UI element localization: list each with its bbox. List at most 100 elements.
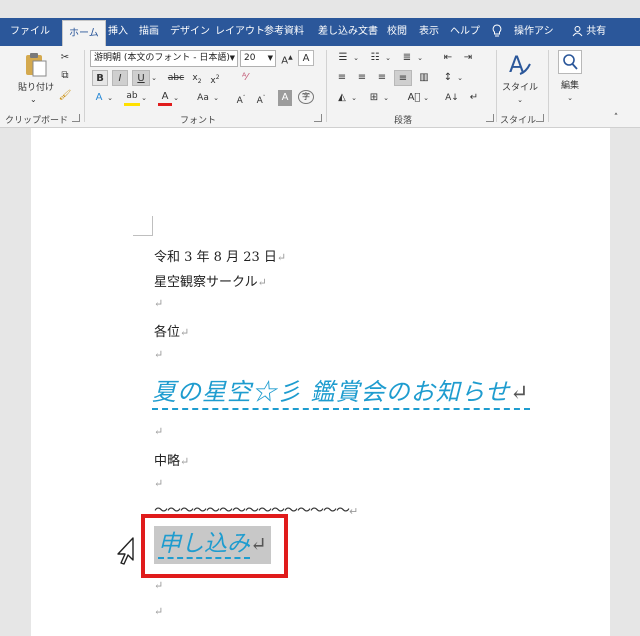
empty-line[interactable]: ↵ bbox=[154, 604, 163, 619]
paragraph-group-label: 段落 bbox=[394, 116, 413, 126]
clear-formatting-icon[interactable]: A bbox=[298, 50, 314, 66]
paste-icon[interactable] bbox=[22, 52, 48, 78]
enclose-characters-icon[interactable]: 字 bbox=[298, 90, 314, 104]
clipboard-group-label: クリップボード bbox=[5, 116, 69, 126]
styles-gallery-icon[interactable]: A bbox=[506, 50, 534, 78]
justify-icon[interactable]: ≡ bbox=[394, 70, 412, 86]
underline-icon[interactable]: U bbox=[132, 70, 150, 86]
person-icon bbox=[572, 26, 583, 37]
font-name-value: 游明朝 (本文のフォント - 日本語) bbox=[94, 53, 230, 63]
paste-dropdown-chevron-icon[interactable]: ⌄ bbox=[30, 92, 37, 108]
subscript-icon[interactable]: x2 bbox=[190, 70, 204, 86]
font-color-icon[interactable]: A bbox=[158, 90, 172, 106]
show-hide-paragraph-marks-icon[interactable]: ↵ bbox=[466, 90, 482, 106]
recipients-line[interactable]: 各位↵ bbox=[154, 321, 189, 340]
multilevel-chevron-icon[interactable]: ⌄ bbox=[416, 50, 424, 66]
change-case-icon[interactable]: Aa bbox=[194, 90, 212, 106]
tab-help[interactable]: ヘルプ bbox=[450, 18, 480, 46]
highlight-icon[interactable]: ab bbox=[124, 90, 140, 106]
styles-group-label: スタイル bbox=[500, 116, 537, 126]
highlight-chevron-icon[interactable]: ⌄ bbox=[140, 90, 148, 106]
tab-references[interactable]: 参考資料 bbox=[264, 18, 304, 46]
tab-layout[interactable]: レイアウト bbox=[215, 18, 265, 46]
phonetic-guide-icon[interactable]: ᴬ⁄ bbox=[238, 70, 252, 86]
multilevel-list-icon[interactable]: ≣ bbox=[398, 50, 416, 66]
tab-insert[interactable]: 挿入 bbox=[108, 18, 128, 46]
format-painter-icon[interactable]: 🖌 bbox=[58, 88, 72, 104]
align-center-icon[interactable]: ≡ bbox=[354, 70, 370, 86]
tab-file[interactable]: ファイル bbox=[10, 18, 50, 46]
font-name-combo[interactable]: 游明朝 (本文のフォント - 日本語) ▼ bbox=[90, 50, 238, 67]
decrease-indent-icon[interactable]: ⇤ bbox=[440, 50, 456, 66]
line-spacing-chevron-icon[interactable]: ⌄ bbox=[456, 70, 464, 86]
tab-draw[interactable]: 描画 bbox=[139, 18, 159, 46]
change-case-chevron-icon[interactable]: ⌄ bbox=[212, 90, 220, 106]
document-area: 令和 3 年 8 月 23 日↵ 星空観察サークル↵ ↵ 各位↵ ↵ 夏の星空☆… bbox=[0, 128, 640, 636]
asian-layout-chevron-icon[interactable]: ⌄ bbox=[422, 90, 430, 106]
borders-icon[interactable]: ⊞ bbox=[366, 90, 382, 106]
distributed-icon[interactable]: ▥ bbox=[416, 70, 432, 86]
empty-line[interactable]: ↵ bbox=[154, 347, 163, 362]
grow-font-icon[interactable]: A▲ bbox=[280, 50, 294, 66]
borders-chevron-icon[interactable]: ⌄ bbox=[382, 90, 390, 106]
increase-indent-icon[interactable]: ⇥ bbox=[460, 50, 476, 66]
empty-line[interactable]: ↵ bbox=[154, 424, 163, 439]
character-shading-icon[interactable]: A bbox=[278, 90, 292, 106]
paragraph-launcher-icon[interactable] bbox=[486, 114, 494, 122]
tab-review[interactable]: 校閲 bbox=[387, 18, 407, 46]
line-spacing-icon[interactable]: ↕ bbox=[440, 70, 456, 86]
cut-icon[interactable]: ✂ bbox=[58, 50, 72, 66]
find-search-icon[interactable] bbox=[558, 50, 582, 74]
copy-icon[interactable]: ⧉ bbox=[58, 68, 72, 84]
bullets-icon[interactable]: ☰ bbox=[334, 50, 352, 66]
clipboard-launcher-icon[interactable] bbox=[72, 114, 80, 122]
font-size-chevron-icon: ▼ bbox=[267, 54, 273, 62]
bold-icon[interactable]: B bbox=[92, 70, 108, 86]
empty-line[interactable]: ↵ bbox=[154, 578, 163, 593]
font-name-chevron-icon: ▼ bbox=[229, 54, 235, 62]
org-line[interactable]: 星空観察サークル↵ bbox=[154, 271, 267, 290]
italic-icon[interactable]: I bbox=[112, 70, 128, 86]
tab-design[interactable]: デザイン bbox=[170, 18, 210, 46]
shading-chevron-icon[interactable]: ⌄ bbox=[350, 90, 358, 106]
numbering-icon[interactable]: ☷ bbox=[366, 50, 384, 66]
text-effects-icon[interactable]: A bbox=[92, 90, 106, 106]
collapse-ribbon-chevron-up-icon[interactable]: ˄ bbox=[610, 110, 622, 126]
document-title[interactable]: 夏の星空☆彡 鑑賞会のお知らせ↵ bbox=[152, 372, 530, 410]
font-group-label: フォント bbox=[180, 116, 217, 126]
asian-layout-icon[interactable]: A⃝ bbox=[406, 90, 422, 106]
chuuryaku-line[interactable]: 中略↵ bbox=[154, 450, 189, 469]
tab-mailings[interactable]: 差し込み文書 bbox=[318, 18, 378, 46]
bullets-chevron-icon[interactable]: ⌄ bbox=[352, 50, 360, 66]
align-right-icon[interactable]: ≡ bbox=[374, 70, 390, 86]
empty-line[interactable]: ↵ bbox=[154, 476, 163, 491]
date-line[interactable]: 令和 3 年 8 月 23 日↵ bbox=[154, 246, 286, 265]
tab-view[interactable]: 表示 bbox=[419, 18, 439, 46]
superscript-icon[interactable]: x2 bbox=[208, 70, 222, 86]
align-left-icon[interactable]: ≡ bbox=[334, 70, 350, 86]
lightbulb-icon[interactable] bbox=[492, 18, 502, 46]
underline-chevron-icon[interactable]: ⌄ bbox=[150, 70, 158, 86]
grow-font-size-icon[interactable]: A˄ bbox=[234, 90, 248, 106]
styles-launcher-icon[interactable] bbox=[536, 114, 544, 122]
sort-icon[interactable]: A↓ bbox=[444, 90, 460, 106]
share-button[interactable]: 共有 bbox=[572, 18, 606, 46]
shrink-font-size-icon[interactable]: A˅ bbox=[254, 90, 268, 106]
word-window: ファイル ホーム 挿入 描画 デザイン レイアウト 参考資料 差し込み文書 校閲… bbox=[0, 0, 640, 636]
tell-me-search[interactable]: 操作アシ bbox=[514, 18, 554, 46]
empty-line[interactable]: ↵ bbox=[154, 296, 163, 311]
red-highlight-box bbox=[141, 514, 288, 578]
numbering-chevron-icon[interactable]: ⌄ bbox=[384, 50, 392, 66]
text-effects-chevron-icon[interactable]: ⌄ bbox=[106, 90, 114, 106]
editing-chevron-icon[interactable]: ⌄ bbox=[566, 90, 574, 106]
ribbon-tab-bar: ファイル ホーム 挿入 描画 デザイン レイアウト 参考資料 差し込み文書 校閲… bbox=[0, 18, 640, 46]
font-size-combo[interactable]: 20 ▼ bbox=[240, 50, 276, 67]
strikethrough-icon[interactable]: abc bbox=[166, 70, 186, 86]
shading-icon[interactable]: ◭ bbox=[334, 90, 350, 106]
font-color-chevron-icon[interactable]: ⌄ bbox=[172, 90, 180, 106]
tab-home[interactable]: ホーム bbox=[62, 20, 106, 46]
document-page[interactable]: 令和 3 年 8 月 23 日↵ 星空観察サークル↵ ↵ 各位↵ ↵ 夏の星空☆… bbox=[31, 128, 610, 636]
styles-chevron-icon[interactable]: ⌄ bbox=[516, 92, 524, 108]
font-launcher-icon[interactable] bbox=[314, 114, 322, 122]
mouse-pointer-icon bbox=[115, 536, 137, 570]
